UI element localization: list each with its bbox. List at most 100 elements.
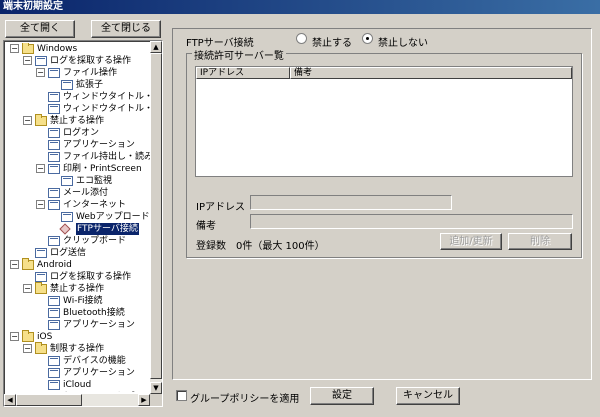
page-icon: [48, 380, 60, 390]
tree-item[interactable]: − ログを採取する操作: [6, 55, 151, 67]
tree-item[interactable]: セキュリティとプライバシ: [6, 391, 151, 392]
tree-item[interactable]: iCloud: [6, 379, 151, 391]
scroll-left-icon[interactable]: ◀: [4, 394, 16, 406]
scroll-down-icon[interactable]: ▼: [150, 382, 162, 394]
tree-item[interactable]: Webアップロード・ダ: [6, 211, 151, 223]
folder-icon: [35, 282, 47, 294]
tree-horizontal-scrollbar[interactable]: ◀ ▶: [4, 394, 150, 406]
tree-item[interactable]: アプリケーション: [6, 367, 151, 379]
collapse-icon[interactable]: −: [23, 56, 32, 65]
column-header-ip[interactable]: IPアドレス: [196, 67, 290, 79]
page-icon: [48, 104, 60, 114]
tree-item-label: ログ送信: [50, 248, 87, 258]
scroll-corner: [150, 394, 162, 406]
tree-item[interactable]: Bluetooth接続: [6, 307, 151, 319]
tree-item[interactable]: ログを採取する操作: [6, 271, 151, 283]
tree-item[interactable]: − ファイル操作: [6, 67, 151, 79]
tree-item[interactable]: − Android: [6, 258, 151, 271]
tree-item[interactable]: ファイル持出し・読み込: [6, 151, 151, 163]
tree-vertical-scrollbar[interactable]: ▲ ▼: [150, 41, 162, 394]
count-value: 0件（最大 100件）: [236, 241, 325, 252]
collapse-icon[interactable]: −: [10, 260, 19, 269]
count-label: 登録数: [196, 241, 226, 252]
group-policy-label[interactable]: グループポリシーを適用: [190, 390, 299, 405]
collapse-icon[interactable]: −: [23, 116, 32, 125]
page-icon: [61, 212, 73, 222]
collapse-icon[interactable]: −: [10, 44, 19, 53]
page-icon: [35, 56, 47, 66]
folder-icon: [22, 43, 34, 54]
tree-item[interactable]: − Windows: [6, 43, 151, 55]
tree-item[interactable]: ログオン: [6, 127, 151, 139]
folder-icon: [22, 330, 34, 342]
tree-item[interactable]: エコ監視: [6, 175, 151, 187]
tree-item[interactable]: − インターネット: [6, 199, 151, 211]
note-field[interactable]: [250, 214, 573, 229]
page-icon: [48, 200, 60, 210]
setting-diamond-icon: [59, 223, 71, 235]
radio-allow[interactable]: [362, 33, 373, 44]
tree-item[interactable]: − iOS: [6, 330, 151, 343]
scroll-thumb[interactable]: [150, 53, 162, 379]
tree-item[interactable]: デバイスの機能: [6, 355, 151, 367]
collapse-icon[interactable]: −: [36, 164, 45, 173]
collapse-icon[interactable]: −: [10, 332, 19, 341]
tree-item-label: アプリケーション: [63, 140, 135, 150]
tree-item-label: Wi-Fi接続: [63, 296, 103, 306]
note-label: 備考: [196, 221, 216, 232]
add-update-button[interactable]: 追加/更新: [440, 233, 502, 250]
page-icon: [48, 128, 60, 138]
folder-icon: [35, 114, 47, 126]
page-icon: [48, 68, 60, 78]
tree-item-label: デバイスの機能: [63, 356, 126, 366]
collapse-icon[interactable]: −: [36, 200, 45, 209]
tree-item[interactable]: アプリケーション: [6, 139, 151, 151]
tree-item[interactable]: Wi-Fi接続: [6, 295, 151, 307]
tree-item[interactable]: − 禁止する操作: [6, 282, 151, 295]
folder-icon: [22, 258, 34, 270]
expand-all-button[interactable]: 全て開く: [5, 20, 75, 38]
tree-item-label: エコ監視: [76, 176, 113, 186]
collapse-icon[interactable]: −: [23, 284, 32, 293]
tree-item[interactable]: メール添付: [6, 187, 151, 199]
collapse-icon[interactable]: −: [36, 68, 45, 77]
scroll-up-icon[interactable]: ▲: [150, 41, 162, 53]
page-icon: [48, 92, 60, 102]
tree-item[interactable]: ウィンドウタイトル・画面キ: [6, 103, 151, 115]
tree-item-label: アプリケーション: [63, 368, 135, 378]
page-icon: [35, 272, 47, 282]
tree-item[interactable]: − 印刷・PrintScreen: [6, 163, 151, 175]
hscroll-thumb[interactable]: [16, 394, 82, 406]
tree-item-label: 制限する操作: [50, 344, 105, 354]
collapse-icon[interactable]: −: [23, 344, 32, 353]
delete-button[interactable]: 削除: [508, 233, 572, 250]
collapse-all-button[interactable]: 全て閉じる: [91, 20, 161, 38]
tree-item-label: Bluetooth接続: [63, 308, 125, 318]
radio-forbid-label[interactable]: 禁止する: [312, 34, 352, 49]
column-header-note[interactable]: 備考: [290, 67, 572, 79]
tree-content: −Windows−ログを採取する操作−ファイル操作拡張子ウィンドウタイトル・フィ…: [6, 43, 151, 392]
tree-item[interactable]: 拡張子: [6, 79, 151, 91]
tree-item[interactable]: − 禁止する操作: [6, 114, 151, 127]
tree-item-label: ウィンドウタイトル・フィル: [63, 92, 151, 102]
tree-item-label: 拡張子: [76, 80, 104, 90]
cancel-button[interactable]: キャンセル: [396, 387, 460, 405]
page-icon: [48, 320, 60, 330]
tree-item[interactable]: ウィンドウタイトル・フィル: [6, 91, 151, 103]
settings-tree[interactable]: −Windows−ログを採取する操作−ファイル操作拡張子ウィンドウタイトル・フィ…: [3, 40, 163, 407]
tree-item[interactable]: FTPサーバ接続: [6, 223, 151, 235]
tree-item[interactable]: − 制限する操作: [6, 342, 151, 355]
radio-allow-label[interactable]: 禁止しない: [378, 34, 428, 49]
group-policy-checkbox[interactable]: [176, 390, 187, 401]
tree-item-label: ファイル操作: [63, 68, 118, 78]
page-icon: [48, 152, 60, 162]
radio-forbid[interactable]: [296, 33, 307, 44]
tree-item-label: Android: [37, 260, 72, 270]
allowed-servers-list[interactable]: IPアドレス 備考: [195, 66, 573, 177]
scroll-right-icon[interactable]: ▶: [138, 394, 150, 406]
ok-button[interactable]: 設定: [310, 387, 374, 405]
ip-address-field[interactable]: [250, 195, 452, 210]
tree-item-label: ファイル持出し・読み込: [63, 152, 151, 162]
tree-item[interactable]: クリップボード: [6, 235, 151, 247]
tree-item-label: Webアップロード・ダ: [76, 212, 151, 222]
